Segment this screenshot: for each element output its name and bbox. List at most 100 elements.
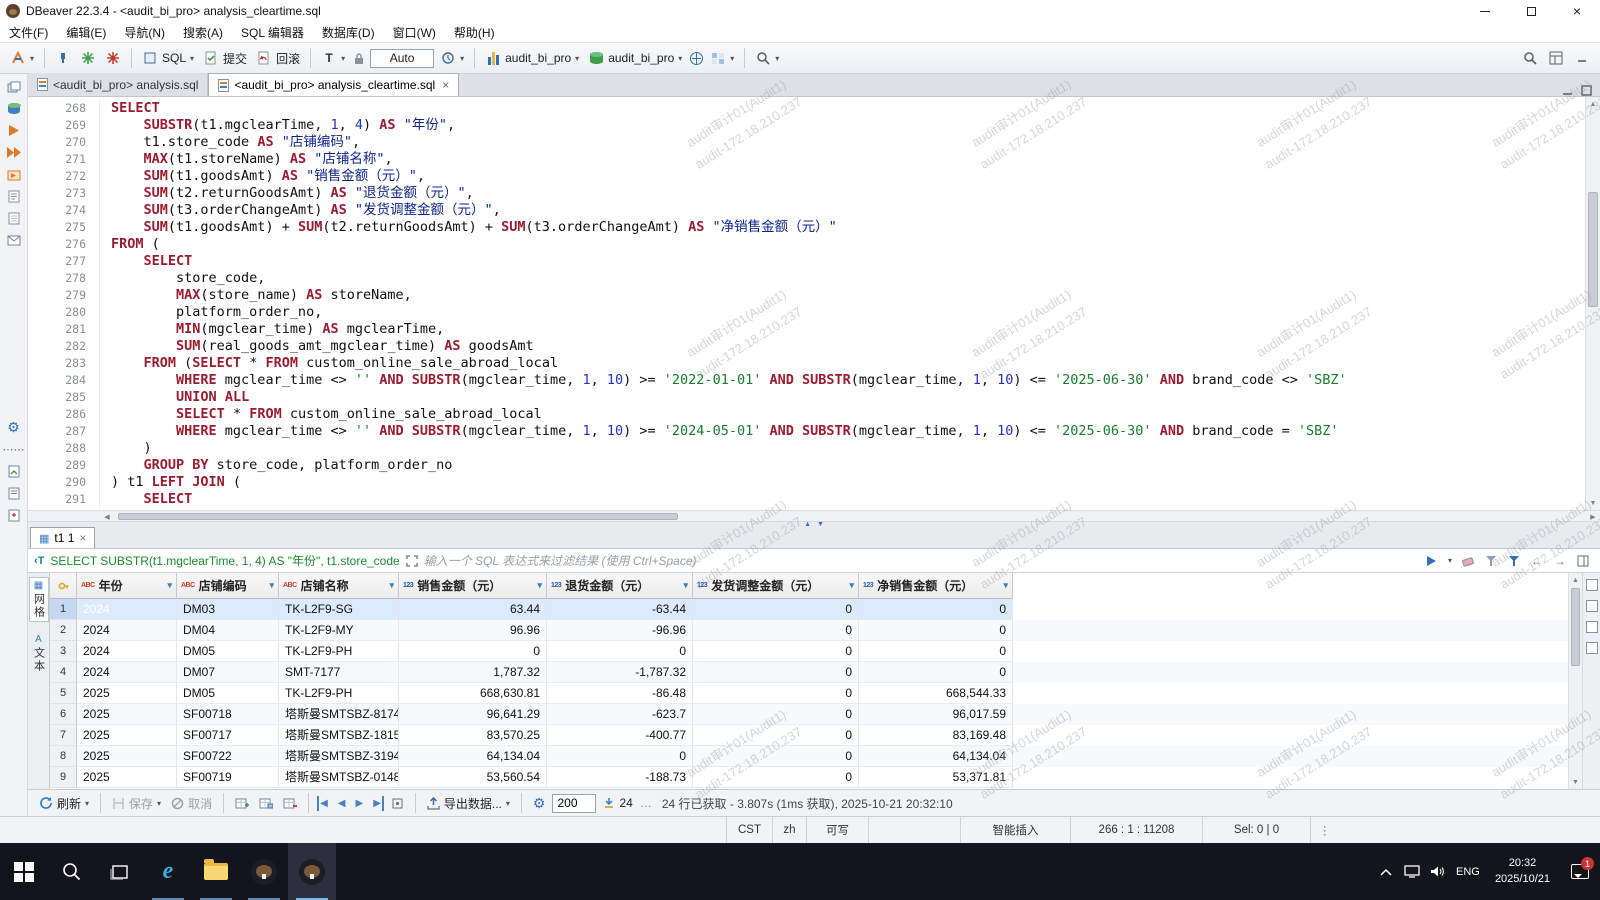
table-cell[interactable]: 0 (693, 599, 859, 620)
rollback-button[interactable]: 回滚 (253, 48, 303, 69)
menu-item[interactable]: 帮助(H) (445, 22, 504, 43)
row-number[interactable]: 7 (50, 725, 77, 746)
file-explorer-button[interactable] (192, 843, 240, 900)
table-cell[interactable]: TK-L2F9-PH (279, 641, 399, 662)
menu-item[interactable]: 搜索(A) (174, 22, 232, 43)
table-cell[interactable]: 0 (693, 704, 859, 725)
column-header[interactable]: 123退货金额（元）▾ (547, 573, 693, 599)
table-cell[interactable]: 2025 (77, 767, 177, 788)
sql-editor-button[interactable]: SQL ▾ (139, 48, 197, 68)
execute-statement-button[interactable] (5, 122, 23, 139)
table-cell[interactable]: 96.96 (399, 620, 547, 641)
connect-button[interactable] (52, 48, 74, 68)
table-cell[interactable]: 0 (693, 725, 859, 746)
save-button[interactable]: 保存 ▾ (109, 793, 164, 814)
table-row[interactable]: 42024DM07SMT-71771,787.32-1,787.3200 (50, 662, 1568, 683)
output-button[interactable] (5, 463, 23, 480)
table-cell[interactable]: DM05 (177, 641, 279, 662)
minimize-editor-icon[interactable] (1562, 85, 1573, 96)
table-cell[interactable]: 64,134.04 (859, 746, 1013, 767)
execute-script-button[interactable] (5, 144, 23, 161)
table-row[interactable]: 12024DM03TK-L2F9-SG63.44-63.4400 (50, 599, 1568, 620)
disconnect-button[interactable] (102, 48, 124, 68)
table-cell[interactable]: 1,787.32 (399, 662, 547, 683)
script-doc-icon[interactable] (5, 210, 23, 227)
connection-selector[interactable]: audit_bi_pro ▾ (482, 48, 582, 68)
results-tab[interactable]: ▦ t1 1 × (30, 527, 95, 548)
column-header[interactable]: 123发货调整金额（元）▾ (693, 573, 859, 599)
language-indicator[interactable]: ENG (1451, 843, 1485, 900)
app-button-1[interactable] (240, 843, 288, 900)
table-cell[interactable]: 96,017.59 (859, 704, 1013, 725)
close-button[interactable]: × (1554, 0, 1600, 22)
chevron-down-icon[interactable]: ▾ (1448, 556, 1452, 565)
table-cell[interactable]: TK-L2F9-PH (279, 683, 399, 704)
scrollbar-thumb[interactable] (1588, 192, 1598, 307)
aggregate-panel-icon[interactable] (1586, 600, 1598, 612)
menu-item[interactable]: 导航(N) (115, 22, 174, 43)
commit-button[interactable]: 提交 (200, 48, 250, 69)
maximize-editor-icon[interactable] (1581, 85, 1592, 96)
table-cell[interactable]: 2024 (77, 662, 177, 683)
row-number[interactable]: 3 (50, 641, 77, 662)
filter-sql-text[interactable]: SELECT SUBSTR(t1.mgclearTime, 1, 4) AS "… (50, 552, 399, 569)
schema-selector[interactable]: audit_bi_pro ▾ (585, 48, 685, 68)
table-cell[interactable]: SF00718 (177, 704, 279, 725)
table-cell[interactable]: 0 (859, 641, 1013, 662)
presentation-grid[interactable]: ▦网格 (29, 577, 49, 622)
filter-input[interactable]: 输入一个 SQL 表达式来过滤结果 (使用 Ctrl+Space) (424, 552, 1419, 569)
table-cell[interactable]: 0 (399, 641, 547, 662)
table-cell[interactable]: 塔斯曼SMTSBZ-8174 (279, 704, 399, 725)
menu-item[interactable]: 文件(F) (0, 22, 57, 43)
table-cell[interactable]: 塔斯曼SMTSBZ-0148 (279, 767, 399, 788)
minimize-toolbar-icon[interactable] (1574, 50, 1590, 66)
table-cell[interactable]: 塔斯曼SMTSBZ-1815 (279, 725, 399, 746)
scroll-down-icon[interactable]: ▼ (1569, 775, 1582, 789)
table-cell[interactable]: DM07 (177, 662, 279, 683)
auto-sync-button[interactable]: ▾ (707, 48, 737, 68)
table-cell[interactable]: -86.48 (547, 683, 693, 704)
table-cell[interactable]: 0 (859, 620, 1013, 641)
table-cell[interactable]: 53,371.81 (859, 767, 1013, 788)
table-cell[interactable]: -400.77 (547, 725, 693, 746)
row-number[interactable]: 1 (50, 599, 77, 620)
table-row[interactable]: 82025SF00722塔斯曼SMTSBZ-319464,134.040064,… (50, 746, 1568, 767)
previous-row-button[interactable]: ◀ (335, 796, 349, 811)
menu-item[interactable]: 窗口(W) (384, 22, 445, 43)
table-cell[interactable]: SF00717 (177, 725, 279, 746)
table-cell[interactable]: 0 (693, 641, 859, 662)
scrollbar-thumb[interactable] (118, 513, 678, 520)
next-row-button[interactable]: ▶ (352, 796, 366, 811)
fetch-size-input[interactable] (552, 794, 596, 813)
restore-views-icon[interactable] (5, 78, 23, 95)
scroll-down-icon[interactable]: ▼ (1586, 496, 1600, 510)
references-panel-icon[interactable] (1586, 642, 1598, 654)
editor-tab[interactable]: <audit_bi_pro> analysis.sql (28, 73, 208, 96)
notification-center-button[interactable]: 1 (1560, 843, 1600, 900)
back-arrow-icon[interactable]: ← (1530, 554, 1544, 568)
column-filter-icon[interactable]: ▾ (167, 580, 172, 591)
task-view-button[interactable] (96, 843, 144, 900)
start-button[interactable] (0, 843, 48, 900)
quick-search-icon[interactable] (1522, 50, 1538, 66)
table-cell[interactable]: TK-L2F9-SG (279, 599, 399, 620)
internet-explorer-button[interactable]: e (144, 843, 192, 900)
table-cell[interactable]: 0 (547, 746, 693, 767)
table-cell[interactable]: 83,169.48 (859, 725, 1013, 746)
table-row[interactable]: 72025SF00717塔斯曼SMTSBZ-181583,570.25-400.… (50, 725, 1568, 746)
row-number[interactable]: 5 (50, 683, 77, 704)
table-cell[interactable]: DM04 (177, 620, 279, 641)
search-button[interactable]: ▾ (752, 48, 782, 68)
refresh-timer-button[interactable]: ▾ (437, 48, 467, 68)
table-cell[interactable]: 0 (859, 662, 1013, 683)
result-settings-button[interactable]: ⚙ (530, 793, 549, 814)
execute-new-tab-button[interactable] (5, 166, 23, 183)
table-cell[interactable]: -1,787.32 (547, 662, 693, 683)
settings-gear-button[interactable]: ⚙ (5, 419, 23, 436)
forward-arrow-icon[interactable]: → (1553, 554, 1567, 568)
volume-icon[interactable] (1425, 843, 1451, 900)
table-cell[interactable]: DM05 (177, 683, 279, 704)
table-row[interactable]: 32024DM05TK-L2F9-PH0000 (50, 641, 1568, 662)
more-icon[interactable]: … (640, 796, 652, 810)
column-header[interactable]: 123销售金额（元）▾ (399, 573, 547, 599)
